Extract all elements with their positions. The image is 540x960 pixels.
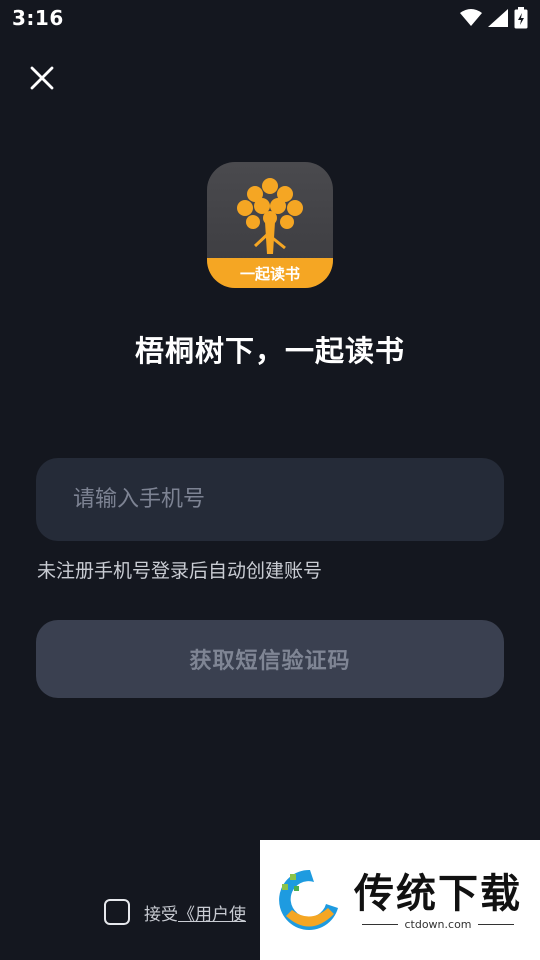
status-icons bbox=[460, 7, 528, 29]
watermark-text-block: 传统下载 ctdown.com bbox=[354, 870, 522, 931]
phone-input-container bbox=[36, 458, 504, 541]
app-logo: 一起读书 bbox=[207, 162, 333, 288]
agreement-row: 接受《用户使 bbox=[104, 899, 246, 925]
close-icon bbox=[30, 66, 54, 90]
phone-input[interactable] bbox=[73, 487, 504, 512]
logo-band: 一起读书 bbox=[207, 258, 333, 288]
watermark-divider-right bbox=[477, 923, 514, 925]
battery-icon bbox=[514, 7, 528, 29]
close-button[interactable] bbox=[26, 62, 58, 94]
get-sms-code-button[interactable]: 获取短信验证码 bbox=[36, 620, 504, 698]
agreement-text: 接受《用户使 bbox=[144, 900, 246, 925]
tree-icon bbox=[237, 178, 303, 254]
wifi-icon bbox=[460, 9, 482, 26]
status-bar: 3:16 bbox=[0, 0, 540, 36]
agreement-prefix: 接受 bbox=[144, 904, 178, 925]
signal-icon bbox=[488, 9, 508, 27]
watermark-overlay: 传统下载 ctdown.com bbox=[260, 840, 540, 960]
watermark-divider-left bbox=[362, 923, 399, 925]
register-hint: 未注册手机号登录后自动创建账号 bbox=[37, 560, 323, 582]
watermark-title: 传统下载 bbox=[354, 870, 522, 917]
watermark-url-row: ctdown.com bbox=[362, 917, 514, 931]
status-time: 3:16 bbox=[12, 6, 64, 30]
user-agreement-link[interactable]: 《用户使 bbox=[178, 905, 246, 925]
page-title: 梧桐树下，一起读书 bbox=[134, 334, 405, 368]
watermark-logo-icon bbox=[279, 869, 338, 930]
logo-band-text: 一起读书 bbox=[239, 264, 300, 283]
agreement-checkbox[interactable] bbox=[104, 899, 130, 925]
watermark-url: ctdown.com bbox=[404, 917, 472, 931]
